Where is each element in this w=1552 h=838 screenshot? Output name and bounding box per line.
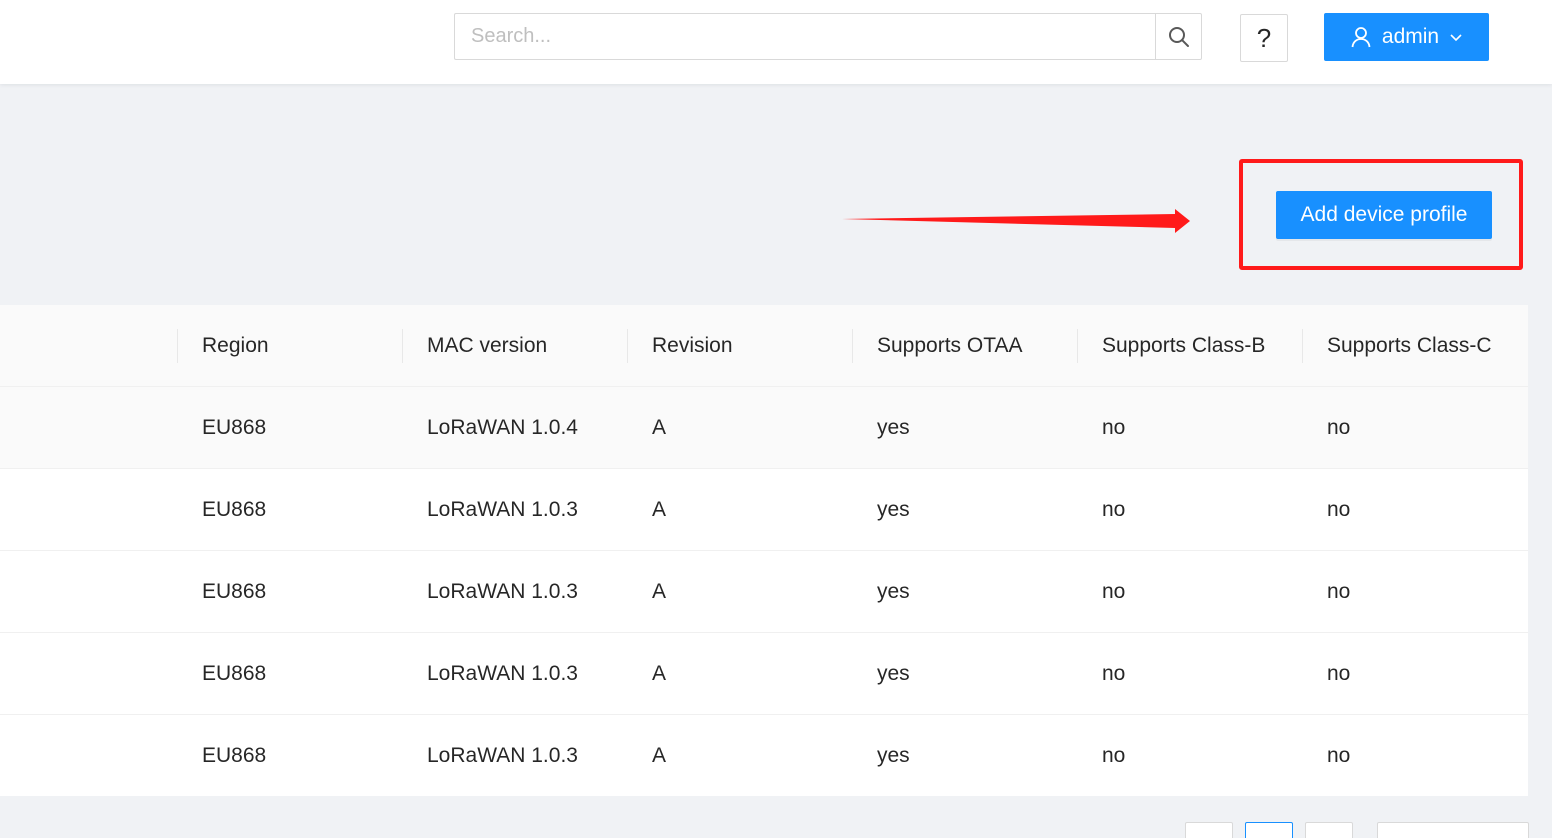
cell-supports-otaa: yes — [877, 744, 910, 767]
chevron-down-icon — [1450, 34, 1462, 42]
cell-supports-class-c: no — [1327, 662, 1351, 685]
cell-region: EU868 — [202, 416, 267, 439]
table-row[interactable]: EU868 LoRaWAN 1.0.3 A yes no no — [0, 715, 1528, 797]
top-header: ? admin — [0, 0, 1552, 84]
search-button[interactable] — [1155, 13, 1202, 60]
cell-supports-class-c: no — [1327, 580, 1351, 603]
cell-supports-class-b: no — [1102, 744, 1126, 767]
cell-supports-class-b: no — [1102, 416, 1126, 439]
cell-revision: A — [652, 662, 667, 685]
cell-mac-version: LoRaWAN 1.0.3 — [427, 498, 578, 521]
column-header-supports-class-b[interactable]: Supports Class-B — [1102, 305, 1265, 387]
cell-revision: A — [652, 744, 667, 767]
column-header-region[interactable]: Region — [202, 305, 269, 387]
column-separator — [627, 329, 628, 363]
cell-region: EU868 — [202, 744, 267, 767]
column-separator — [1077, 329, 1078, 363]
table-row[interactable]: EU868 LoRaWAN 1.0.3 A yes no no — [0, 633, 1528, 715]
column-separator — [852, 329, 853, 363]
cell-revision: A — [652, 580, 667, 603]
cell-mac-version: LoRaWAN 1.0.3 — [427, 744, 578, 767]
cell-region: EU868 — [202, 662, 267, 685]
cell-supports-class-b: no — [1102, 498, 1126, 521]
pagination-next-button[interactable] — [1305, 822, 1353, 838]
column-header-supports-class-c[interactable]: Supports Class-C — [1327, 305, 1492, 387]
search-icon — [1168, 26, 1189, 47]
cell-supports-class-b: no — [1102, 580, 1126, 603]
cell-supports-otaa: yes — [877, 416, 910, 439]
cell-mac-version: LoRaWAN 1.0.3 — [427, 662, 578, 685]
cell-mac-version: LoRaWAN 1.0.4 — [427, 416, 578, 439]
column-separator — [177, 329, 178, 363]
table-row[interactable]: EU868 LoRaWAN 1.0.4 A yes no no — [0, 387, 1528, 469]
cell-region: EU868 — [202, 498, 267, 521]
table-row[interactable]: EU868 LoRaWAN 1.0.3 A yes no no — [0, 551, 1528, 633]
cell-supports-otaa: yes — [877, 580, 910, 603]
user-name: admin — [1381, 25, 1440, 48]
cell-supports-class-c: no — [1327, 744, 1351, 767]
table-header: Region MAC version Revision Supports OTA… — [0, 305, 1528, 387]
column-header-mac-version[interactable]: MAC version — [427, 305, 547, 387]
page-size-select[interactable] — [1377, 822, 1529, 838]
help-icon: ? — [1256, 22, 1272, 53]
search-bar — [454, 13, 1202, 60]
cell-revision: A — [652, 498, 667, 521]
cell-supports-class-c: no — [1327, 498, 1351, 521]
cell-supports-otaa: yes — [877, 498, 910, 521]
user-menu-button[interactable]: admin — [1324, 13, 1489, 61]
help-button[interactable]: ? — [1240, 14, 1288, 62]
add-device-profile-button[interactable]: Add device profile — [1276, 191, 1492, 239]
cell-supports-otaa: yes — [877, 662, 910, 685]
cell-supports-class-c: no — [1327, 416, 1351, 439]
cell-region: EU868 — [202, 580, 267, 603]
pagination-page-button[interactable] — [1245, 822, 1293, 838]
cell-mac-version: LoRaWAN 1.0.3 — [427, 580, 578, 603]
device-profiles-table: Region MAC version Revision Supports OTA… — [0, 305, 1528, 796]
table-row[interactable]: EU868 LoRaWAN 1.0.3 A yes no no — [0, 469, 1528, 551]
column-separator — [1302, 329, 1303, 363]
search-input[interactable] — [454, 13, 1155, 60]
add-device-profile-label: Add device profile — [1300, 203, 1468, 226]
column-separator — [402, 329, 403, 363]
annotation-arrow — [842, 209, 1190, 233]
column-header-revision[interactable]: Revision — [652, 305, 733, 387]
pagination-prev-button[interactable] — [1185, 822, 1233, 838]
column-header-supports-otaa[interactable]: Supports OTAA — [877, 305, 1023, 387]
user-icon — [1351, 27, 1371, 48]
cell-revision: A — [652, 416, 667, 439]
cell-supports-class-b: no — [1102, 662, 1126, 685]
